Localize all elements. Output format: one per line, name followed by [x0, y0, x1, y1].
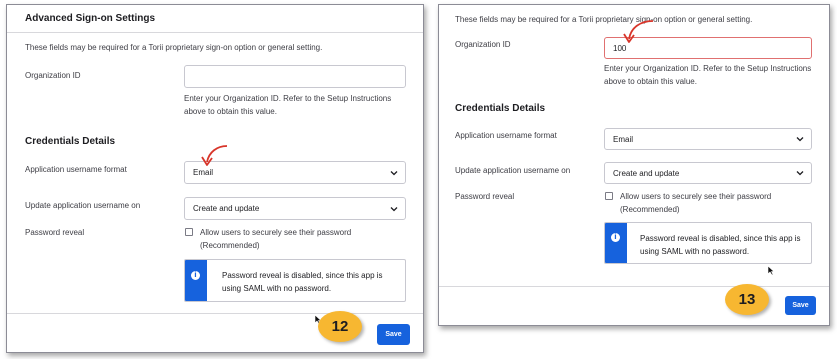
step-number-badge: 12	[318, 311, 362, 342]
info-icon: i	[611, 233, 620, 242]
callout-accent-bar	[185, 260, 207, 301]
password-reveal-checkbox-label[interactable]: Allow users to securely see their passwo…	[620, 190, 820, 216]
callout-accent-bar	[605, 223, 627, 263]
organization-id-help: Enter your Organization ID. Refer to the…	[604, 64, 812, 86]
password-reveal-label: Password reveal	[25, 228, 85, 237]
footer-divider	[7, 313, 423, 314]
update-username-value: Create and update	[193, 204, 260, 213]
organization-id-help: Enter your Organization ID. Refer to the…	[184, 94, 392, 116]
username-format-select[interactable]: Email	[604, 128, 812, 150]
annotation-arrow-icon	[201, 145, 228, 166]
intro-text: These fields may be required for a Torii…	[25, 43, 323, 52]
update-username-label: Update application username on	[25, 201, 141, 210]
organization-id-label: Organization ID	[25, 71, 81, 80]
chevron-down-icon	[796, 137, 804, 142]
callout-text: Password reveal is disabled, since this …	[640, 234, 801, 256]
password-reveal-callout: i Password reveal is disabled, since thi…	[604, 222, 812, 264]
left-settings-panel: Advanced Sign-on Settings These fields m…	[6, 4, 424, 353]
username-format-value: Email	[613, 134, 634, 144]
title-divider	[7, 32, 423, 33]
annotation-arrow-icon	[623, 20, 654, 43]
update-username-label: Update application username on	[455, 166, 571, 175]
password-reveal-checkbox[interactable]	[605, 192, 613, 200]
save-button[interactable]: Save	[785, 296, 816, 315]
chevron-down-icon	[390, 170, 398, 175]
organization-id-label: Organization ID	[455, 40, 511, 49]
update-username-select[interactable]: Create and update	[604, 162, 812, 184]
credentials-details-title: Credentials Details	[25, 136, 116, 147]
username-format-label: Application username format	[455, 131, 557, 140]
chevron-down-icon	[796, 171, 804, 176]
info-icon: i	[191, 271, 200, 280]
callout-text: Password reveal is disabled, since this …	[222, 271, 383, 293]
organization-id-input[interactable]	[184, 65, 406, 88]
save-button[interactable]: Save	[377, 324, 410, 345]
advanced-sign-on-title: Advanced Sign-on Settings	[25, 13, 156, 24]
intro-text: These fields may be required for a Torii…	[455, 15, 753, 24]
password-reveal-checkbox-label[interactable]: Allow users to securely see their passwo…	[200, 226, 410, 252]
credentials-details-title: Credentials Details	[455, 103, 546, 114]
update-username-select[interactable]: Create and update	[184, 197, 406, 220]
step-number-badge: 13	[725, 284, 769, 315]
password-reveal-callout: i Password reveal is disabled, since thi…	[184, 259, 406, 302]
username-format-label: Application username format	[25, 165, 127, 174]
password-reveal-checkbox[interactable]	[185, 228, 193, 236]
chevron-down-icon	[390, 206, 398, 211]
update-username-value: Create and update	[613, 168, 680, 178]
password-reveal-label: Password reveal	[455, 192, 515, 201]
right-settings-panel: These fields may be required for a Torii…	[438, 4, 830, 326]
footer-divider	[439, 286, 829, 287]
mouse-pointer-icon	[767, 265, 775, 276]
